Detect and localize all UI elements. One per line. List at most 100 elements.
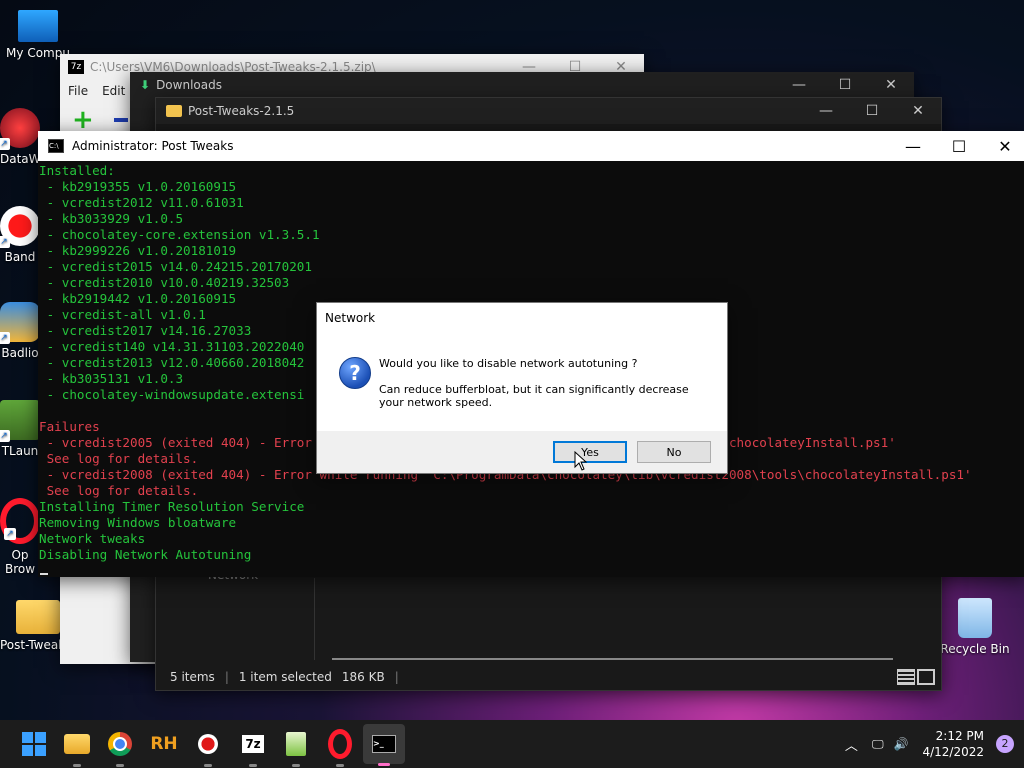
system-tray: ︿ 🖵 🔊 2:12 PM 4/12/2022 2 xyxy=(845,720,1024,768)
folder-icon xyxy=(166,105,182,117)
shortcut-arrow-icon: ↗ xyxy=(0,332,10,344)
desktop-icon-bandicam[interactable]: ↗ Band xyxy=(0,206,40,264)
desktop-icon-label: Op Brow xyxy=(4,548,36,576)
console-line: Installing Timer Resolution Service xyxy=(39,499,305,514)
taskbar-opera[interactable] xyxy=(326,729,354,767)
console-app-icon: C:\ xyxy=(48,139,64,153)
start-button[interactable] xyxy=(20,730,48,758)
downloads-title: Downloads xyxy=(156,78,222,92)
mouse-cursor-icon xyxy=(574,451,588,471)
taskbar-rh[interactable]: RH xyxy=(150,730,178,758)
maximize-button[interactable]: ☐ xyxy=(822,77,868,93)
menu-file[interactable]: File xyxy=(68,84,88,98)
desktop-icon-recycle-bin[interactable]: Recycle Bin xyxy=(936,598,1014,656)
folder-titlebar[interactable]: Post-Tweaks-2.1.5 — ☐ ✕ xyxy=(156,98,941,124)
notepad-plus-plus-icon xyxy=(286,732,306,756)
minimize-button[interactable]: — xyxy=(776,77,822,93)
clock[interactable]: 2:12 PM 4/12/2022 xyxy=(922,728,984,760)
terminal-icon: >_ xyxy=(372,735,396,753)
question-icon: ? xyxy=(339,357,371,389)
rh-icon: RH xyxy=(150,734,178,754)
minimize-button[interactable]: — xyxy=(890,137,936,156)
taskbar-7zip[interactable]: 7z xyxy=(239,730,267,767)
console-line: See log for details. xyxy=(39,483,199,498)
desktop-icon-opera[interactable]: ↗ Op Brow xyxy=(0,498,40,576)
sevenzip-app-icon: 7z xyxy=(68,60,84,74)
taskbar-notepad-plus-plus[interactable] xyxy=(282,730,310,767)
desktop-icon-datawrangler[interactable]: ↗ DataW xyxy=(0,108,40,166)
desktop-icon-label: Recycle Bin xyxy=(940,642,1010,656)
taskbar-terminal[interactable]: >_ xyxy=(363,724,405,766)
console-line: - vcredist2015 v14.0.24215.20170201 xyxy=(39,259,312,274)
console-title: Administrator: Post Tweaks xyxy=(72,139,234,153)
console-line: Network tweaks xyxy=(39,531,146,546)
yes-button[interactable]: Yes xyxy=(553,441,627,463)
chrome-icon xyxy=(108,732,132,756)
close-button[interactable]: ✕ xyxy=(868,77,914,93)
close-button[interactable]: ✕ xyxy=(982,137,1024,156)
add-icon[interactable]: + xyxy=(72,107,94,133)
desktop-icon-label: DataW xyxy=(0,152,40,166)
console-line: - vcredist2010 v10.0.40219.32503 xyxy=(39,275,290,290)
taskbar-chrome[interactable] xyxy=(106,730,134,767)
taskbar-file-explorer[interactable] xyxy=(63,730,91,767)
chevron-up-icon[interactable]: ︿ xyxy=(845,735,858,754)
desktop-icon-label: TLaun xyxy=(1,444,39,458)
shortcut-arrow-icon: ↗ xyxy=(4,528,16,540)
dialog-question: Would you like to disable network autotu… xyxy=(379,357,638,370)
dialog-title: Network xyxy=(325,311,376,325)
clock-date: 4/12/2022 xyxy=(922,745,984,759)
console-line: - kb3033929 v1.0.5 xyxy=(39,211,184,226)
desktop-icon-label: Band xyxy=(4,250,36,264)
console-line: Disabling Network Autotuning xyxy=(39,547,252,562)
bandicam-icon: ↗ xyxy=(0,206,40,248)
console-line: - vcredist2012 v11.0.61031 xyxy=(39,195,244,210)
download-arrow-icon: ⬇ xyxy=(140,78,151,92)
maximize-button[interactable]: ☐ xyxy=(849,103,895,119)
tlauncher-icon: ↗ xyxy=(0,400,40,442)
desktop-icon-tlauncher[interactable]: ↗ TLaun xyxy=(0,400,40,458)
network-icon[interactable]: 🖵 xyxy=(872,737,884,752)
console-line: - kb2919355 v1.0.20160915 xyxy=(39,179,237,194)
opera-icon: ↗ xyxy=(0,498,40,544)
folder-icon xyxy=(64,734,90,754)
notification-badge[interactable]: 2 xyxy=(996,735,1014,753)
maximize-button[interactable]: ☐ xyxy=(936,137,982,156)
minimize-button[interactable]: — xyxy=(803,103,849,119)
downloads-titlebar[interactable]: ⬇ Downloads — ☐ ✕ xyxy=(130,72,914,98)
desktop-icon-my-computer[interactable]: My Compu xyxy=(0,10,76,60)
monitor-icon xyxy=(18,10,58,42)
folder-icon xyxy=(16,600,60,634)
clock-time: 2:12 PM xyxy=(935,729,984,743)
console-line: Installed: xyxy=(39,163,115,178)
extract-icon[interactable] xyxy=(114,118,128,122)
network-dialog: Network ? Would you like to disable netw… xyxy=(316,302,728,474)
menu-edit[interactable]: Edit xyxy=(102,84,125,98)
horizontal-scrollbar[interactable] xyxy=(332,658,893,660)
dialog-button-bar: Yes No xyxy=(317,431,727,473)
details-view-icon[interactable] xyxy=(897,669,915,685)
no-button[interactable]: No xyxy=(637,441,711,463)
recycle-bin-icon xyxy=(958,598,992,638)
7zip-icon: 7z xyxy=(242,735,264,753)
folder-statusbar: 5 items | 1 item selected 186 KB | xyxy=(156,664,941,690)
folder-title: Post-Tweaks-2.1.5 xyxy=(188,104,295,118)
record-icon xyxy=(198,734,218,754)
shortcut-arrow-icon: ↗ xyxy=(0,236,10,248)
volume-icon[interactable]: 🔊 xyxy=(894,737,909,751)
desktop-icon-label: Badlio xyxy=(1,346,39,360)
shortcut-arrow-icon: ↗ xyxy=(0,138,10,150)
console-cursor xyxy=(40,573,48,575)
large-icons-view-icon[interactable] xyxy=(917,669,935,685)
status-size: 186 KB xyxy=(341,670,385,684)
taskbar-obs[interactable] xyxy=(194,730,222,767)
desktop-icon-badlion[interactable]: ↗ Badlio xyxy=(0,302,40,360)
dialog-detail: Can reduce bufferbloat, but it can signi… xyxy=(379,383,689,409)
close-button[interactable]: ✕ xyxy=(895,103,941,119)
badlion-icon: ↗ xyxy=(0,302,40,344)
console-line: - chocolatey-core.extension v1.3.5.1 xyxy=(39,227,320,242)
shortcut-arrow-icon: ↗ xyxy=(0,430,10,442)
taskbar: RH 7z >_ ︿ 🖵 🔊 2:12 PM 4/12/2022 2 xyxy=(0,720,1024,768)
status-selected: 1 item selected xyxy=(238,670,332,684)
console-titlebar[interactable]: C:\ Administrator: Post Tweaks — ☐ ✕ xyxy=(38,131,1024,161)
